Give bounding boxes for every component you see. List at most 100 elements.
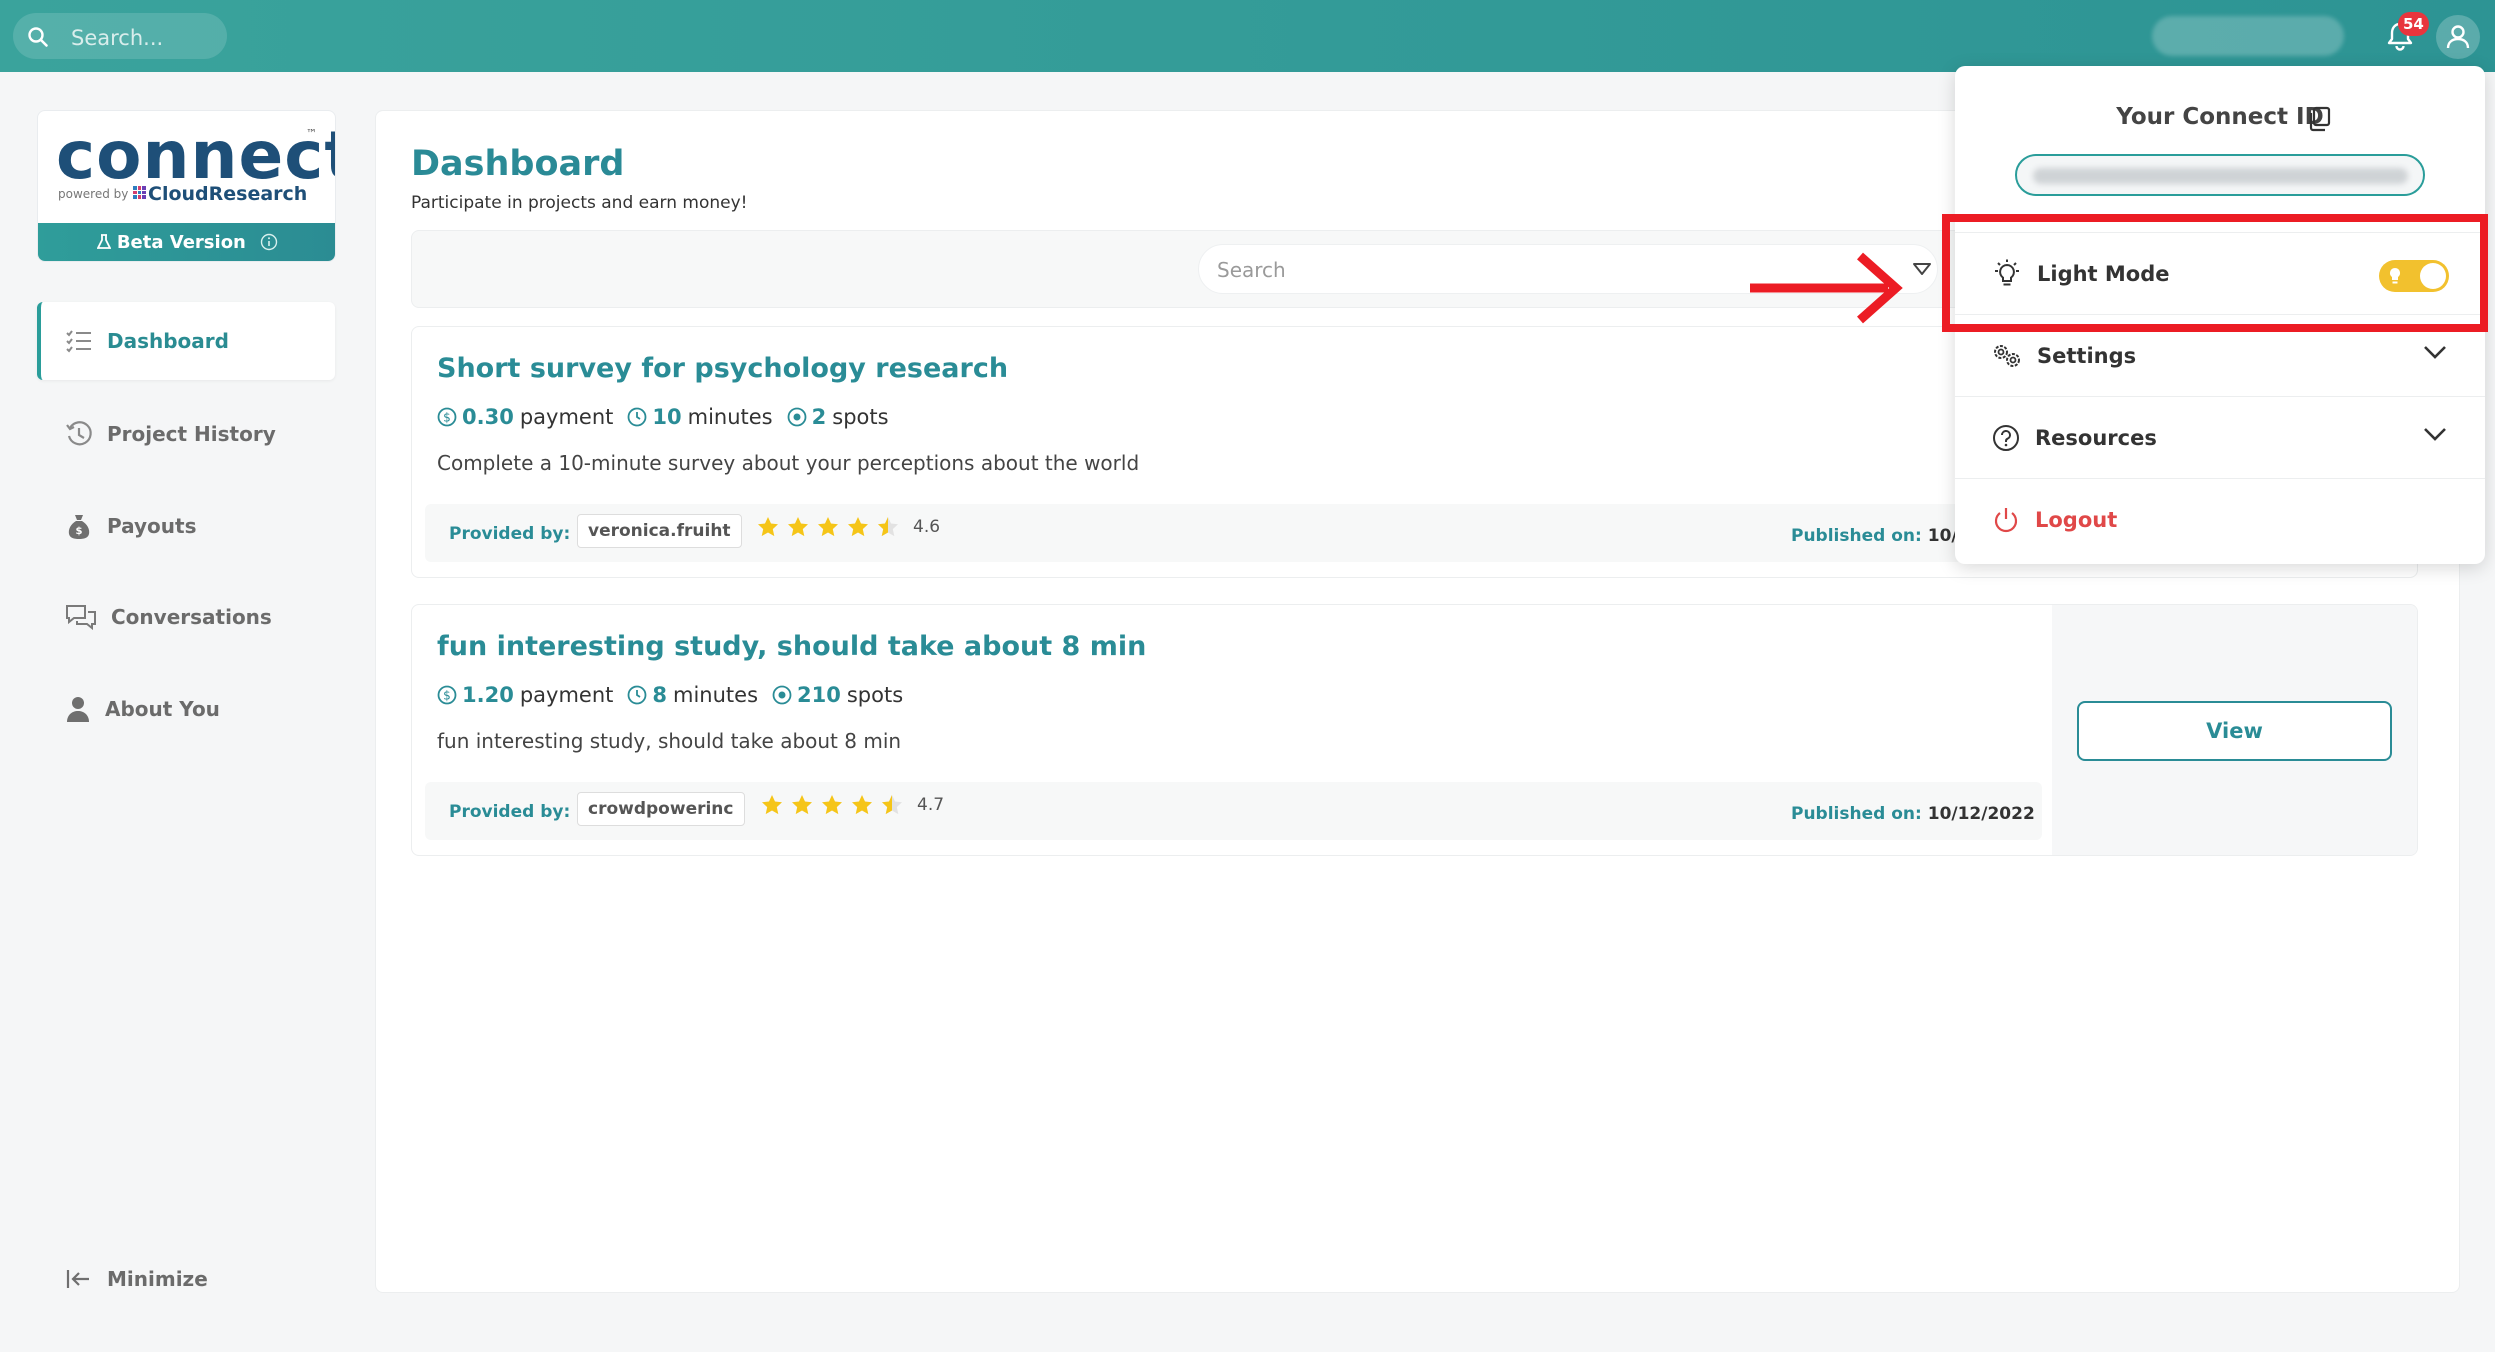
star-icon [762,795,782,815]
clock-icon [627,407,647,427]
sidebar-item-payouts[interactable]: $ Payouts [37,487,335,565]
star-icon [758,517,778,537]
cloudresearch-logo-icon [133,186,146,199]
svg-text:$: $ [443,689,451,703]
provided-by-label: Provided by: [449,802,571,822]
minimize-label: Minimize [107,1267,208,1291]
highlight-box-annotation [1942,214,2488,332]
balance-pill-redacted[interactable] [2152,16,2344,56]
payment-label: payment [519,683,614,707]
logo-powered-by: powered by [58,187,129,201]
dollar-circle-icon: $ [437,407,457,427]
global-search-input[interactable]: Search... [13,13,227,59]
published-on: Published on: 10/12/2022 [1791,804,2035,824]
published-date: 10/12/2022 [1927,804,2035,824]
published-label: Published on: [1791,526,1922,546]
beta-version-bar[interactable]: Beta Version [38,223,335,261]
project-description: Complete a 10-minute survey about your p… [437,451,1140,475]
settings-label: Settings [2037,343,2137,368]
money-bag-icon: $ [68,515,90,539]
spots-label: spots [846,683,904,707]
user-menu-button[interactable] [2436,15,2480,59]
clock-icon [627,685,647,705]
published-on: Published on: 10/21 [1791,526,1981,546]
rating-stars: 4.6 [757,516,940,538]
sidebar-item-conversations[interactable]: Conversations [37,578,335,656]
arrow-annotation-icon [1750,252,1903,324]
beta-version-label: Beta Version [116,232,246,253]
project-footer: Provided by: crowdpowerinc 4.7 Published… [425,782,2042,840]
collapse-left-icon [66,1270,89,1288]
spots-label: spots [832,405,889,429]
sidebar-item-project-history[interactable]: Project History [37,395,335,473]
spots-amount: 210 [797,683,841,707]
payment-amount: 0.30 [462,405,514,429]
project-title[interactable]: fun interesting study, should take about… [437,631,1146,662]
project-card[interactable]: fun interesting study, should take about… [411,604,2418,856]
logo-trademark: ™ [306,127,317,140]
star-icon [818,517,838,537]
target-icon [787,407,807,427]
search-placeholder: Search... [71,26,164,50]
minutes-label: minutes [673,683,759,707]
provided-by-label: Provided by: [449,524,571,544]
resources-row[interactable]: Resources [1955,396,2485,478]
rating-value: 4.7 [917,795,945,815]
copy-icon[interactable] [2307,106,2333,132]
project-title[interactable]: Short survey for psychology research [437,353,1008,384]
minimize-button[interactable]: Minimize [37,1240,335,1318]
sidebar-item-about-you[interactable]: About You [37,670,335,748]
sidebar-item-label: Project History [107,422,276,446]
provider-chip[interactable]: veronica.fruiht [577,514,742,548]
flask-icon [96,234,112,249]
info-icon[interactable] [260,233,278,251]
gears-icon [1994,344,2020,367]
dollar-circle-icon: $ [437,685,457,705]
sidebar-item-label: About You [105,697,220,721]
chat-icon [66,605,96,630]
star-half-icon [878,517,898,537]
svg-text:$: $ [76,526,83,537]
star-icon [852,795,872,815]
top-bar: Search... 54 [0,0,2495,72]
filter-dropdown-icon[interactable] [1912,262,1932,276]
minutes-label: minutes [687,405,773,429]
user-icon [67,697,89,722]
view-project-button[interactable]: View [2077,701,2392,761]
star-icon [848,517,868,537]
project-meta: $ 1.20 payment 8 minutes 210 spots [437,683,903,707]
chevron-down-icon [2424,346,2446,359]
star-icon [792,795,812,815]
published-label: Published on: [1791,804,1922,824]
question-circle-icon [1993,424,2019,451]
sidebar-item-dashboard[interactable]: Dashboard [37,302,335,380]
payment-label: payment [519,405,614,429]
sidebar-item-label: Conversations [111,605,272,629]
minutes-amount: 10 [652,405,682,429]
logo-brand: CloudResearch [148,183,308,205]
star-icon [822,795,842,815]
logo-card[interactable]: connect ™ powered by CloudResearch Beta … [37,110,336,262]
chevron-down-icon [2424,428,2446,441]
minutes-amount: 8 [652,683,667,707]
star-half-icon [882,795,902,815]
payment-amount: 1.20 [462,683,514,707]
project-footer: Provided by: veronica.fruiht 4.6 Publish… [425,504,2025,562]
resources-label: Resources [2035,425,2157,450]
rating-value: 4.6 [913,517,941,537]
provider-chip[interactable]: crowdpowerinc [577,792,745,826]
connect-id-field-redacted[interactable] [2015,154,2425,196]
target-icon [772,685,792,705]
project-meta: $ 0.30 payment 10 minutes 2 spots [437,405,889,429]
rating-stars: 4.7 [761,794,944,816]
checklist-icon [66,330,91,353]
project-search-placeholder: Search [1217,258,1286,282]
logout-row[interactable]: Logout [1955,478,2485,560]
logout-label: Logout [2035,507,2118,532]
user-icon [2446,25,2470,49]
sidebar-item-label: Dashboard [107,329,229,353]
page-title: Dashboard [411,144,625,184]
spots-amount: 2 [811,405,827,429]
project-description: fun interesting study, should take about… [437,729,902,753]
svg-text:$: $ [443,411,451,425]
